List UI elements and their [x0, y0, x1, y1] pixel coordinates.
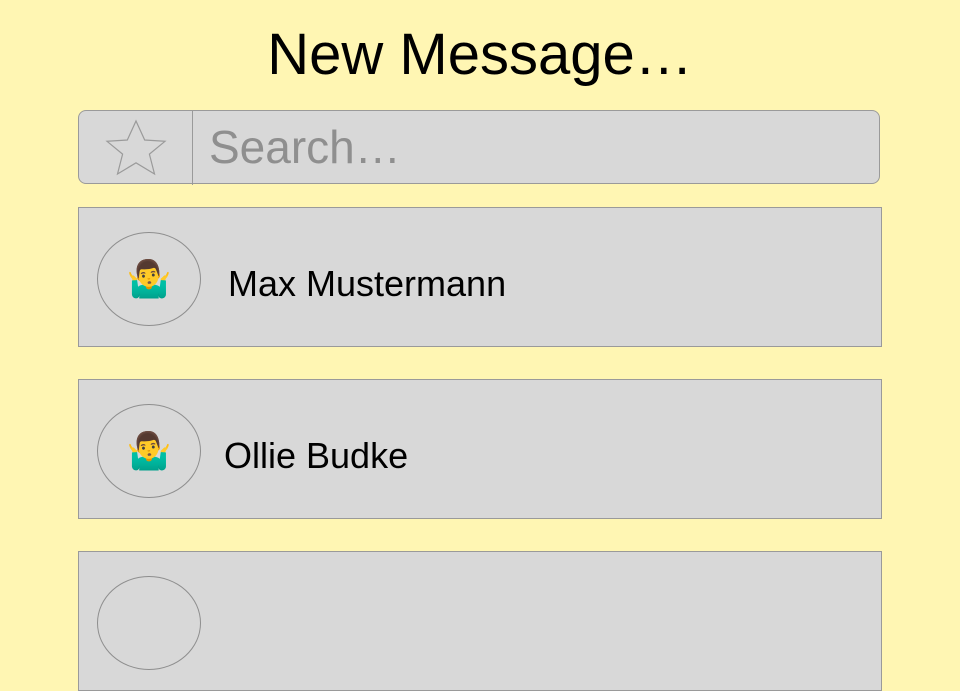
avatar [97, 576, 201, 670]
contact-row-ollie-budke[interactable]: 🤷‍♂️ Ollie Budke [78, 379, 882, 519]
contact-row-max-mustermann[interactable]: 🤷‍♂️ Max Mustermann [78, 207, 882, 347]
search-input[interactable] [209, 119, 859, 175]
avatar: 🤷‍♂️ [97, 404, 201, 498]
avatar: 🤷‍♂️ [97, 232, 201, 326]
search-bar [78, 110, 880, 185]
star-icon [100, 117, 172, 179]
person-shrugging-icon: 🤷‍♂️ [126, 430, 172, 471]
page-title: New Message… [267, 22, 693, 87]
favorites-button[interactable] [79, 111, 193, 185]
person-shrugging-icon: 🤷‍♂️ [126, 258, 172, 299]
contact-name: Max Mustermann [228, 263, 507, 304]
contact-name: Ollie Budke [224, 435, 409, 476]
contact-row-partial[interactable] [78, 551, 882, 691]
